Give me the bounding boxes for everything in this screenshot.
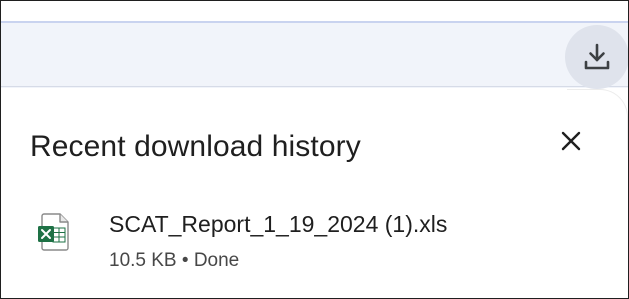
downloads-button[interactable]	[565, 25, 628, 89]
browser-window: Recent download history SCAT_Report_1_19…	[0, 0, 629, 299]
close-button[interactable]	[553, 125, 589, 161]
close-icon	[560, 130, 582, 157]
toolbar-divider	[1, 21, 628, 23]
browser-toolbar	[1, 1, 628, 89]
tab-strip-area	[1, 1, 628, 21]
download-icon	[582, 42, 612, 72]
download-file-meta: 10.5 KB • Done	[109, 250, 240, 271]
toolbar-bottom-divider	[1, 86, 628, 87]
panel-title: Recent download history	[30, 130, 361, 163]
excel-file-icon	[36, 212, 72, 252]
download-history-panel	[1, 89, 628, 298]
download-file-name[interactable]: SCAT_Report_1_19_2024 (1).xls	[109, 209, 447, 239]
